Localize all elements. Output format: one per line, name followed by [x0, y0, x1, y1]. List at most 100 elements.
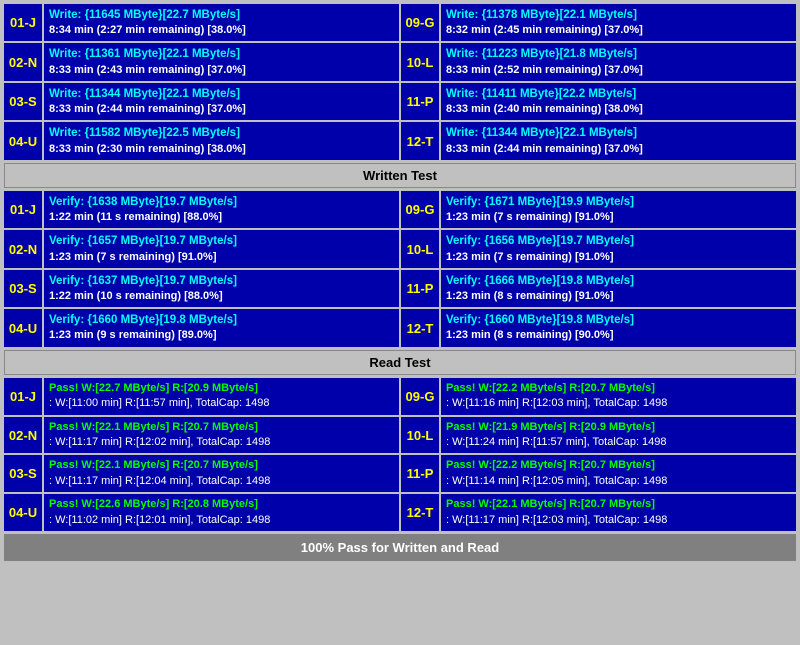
label-09g-pass: 09-G — [401, 378, 439, 415]
cell-09g-write-line1: Write: {11378 MByte}[22.1 MByte/s] — [446, 7, 791, 23]
cell-12t-verify: Verify: {1660 MByte}[19.8 MByte/s] 1:23 … — [441, 309, 796, 346]
pass-row-4: 04-U Pass! W:[22.6 MByte/s] R:[20.8 MByt… — [4, 494, 796, 531]
cell-02n-write-line1: Write: {11361 MByte}[22.1 MByte/s] — [49, 46, 394, 62]
label-04u-pass: 04-U — [4, 494, 42, 531]
cell-04u-write: Write: {11582 MByte}[22.5 MByte/s] 8:33 … — [44, 122, 399, 159]
verify-row-1: 01-J Verify: {1638 MByte}[19.7 MByte/s] … — [4, 191, 796, 228]
cell-03s-verify-line1: Verify: {1637 MByte}[19.7 MByte/s] — [49, 273, 394, 289]
label-12t-write: 12-T — [401, 122, 439, 159]
cell-12t-write-line1: Write: {11344 MByte}[22.1 MByte/s] — [446, 125, 791, 141]
label-10l-write: 10-L — [401, 43, 439, 80]
cell-10l-pass-line1: Pass! W:[21.9 MByte/s] R:[20.9 MByte/s] — [446, 420, 791, 435]
cell-01j-verify-line1: Verify: {1638 MByte}[19.7 MByte/s] — [49, 194, 394, 210]
main-container: 01-J Write: {11645 MByte}[22.7 MByte/s] … — [0, 0, 800, 565]
read-test-divider: Read Test — [4, 350, 796, 375]
cell-02n-pass-line2: : W:[11:17 min] R:[12:02 min], TotalCap:… — [49, 435, 394, 450]
pass-row-1: 01-J Pass! W:[22.7 MByte/s] R:[20.9 MByt… — [4, 378, 796, 415]
cell-01j-pass-line1: Pass! W:[22.7 MByte/s] R:[20.9 MByte/s] — [49, 381, 394, 396]
pass-row-3: 03-S Pass! W:[22.1 MByte/s] R:[20.7 MByt… — [4, 455, 796, 492]
write-row-4: 04-U Write: {11582 MByte}[22.5 MByte/s] … — [4, 122, 796, 159]
cell-11p-write-line2: 8:33 min (2:40 min remaining) [38.0%] — [446, 102, 791, 117]
cell-11p-verify: Verify: {1666 MByte}[19.8 MByte/s] 1:23 … — [441, 270, 796, 307]
cell-09g-verify-line2: 1:23 min (7 s remaining) [91.0%] — [446, 210, 791, 225]
label-09g-verify: 09-G — [401, 191, 439, 228]
cell-03s-pass-line1: Pass! W:[22.1 MByte/s] R:[20.7 MByte/s] — [49, 458, 394, 473]
cell-12t-pass-line1: Pass! W:[22.1 MByte/s] R:[20.7 MByte/s] — [446, 497, 791, 512]
label-11p-pass: 11-P — [401, 455, 439, 492]
cell-01j-write-line1: Write: {11645 MByte}[22.7 MByte/s] — [49, 7, 394, 23]
bottom-status-bar: 100% Pass for Written and Read — [4, 534, 796, 561]
label-12t-pass: 12-T — [401, 494, 439, 531]
verify-section: 01-J Verify: {1638 MByte}[19.7 MByte/s] … — [4, 191, 796, 347]
label-01j-verify: 01-J — [4, 191, 42, 228]
cell-09g-pass-line1: Pass! W:[22.2 MByte/s] R:[20.7 MByte/s] — [446, 381, 791, 396]
cell-04u-verify-line2: 1:23 min (9 s remaining) [89.0%] — [49, 328, 394, 343]
cell-03s-pass-line2: : W:[11:17 min] R:[12:04 min], TotalCap:… — [49, 474, 394, 489]
cell-02n-write: Write: {11361 MByte}[22.1 MByte/s] 8:33 … — [44, 43, 399, 80]
cell-09g-verify-line1: Verify: {1671 MByte}[19.9 MByte/s] — [446, 194, 791, 210]
label-01j-pass: 01-J — [4, 378, 42, 415]
verify-row-2: 02-N Verify: {1657 MByte}[19.7 MByte/s] … — [4, 230, 796, 267]
cell-12t-write-line2: 8:33 min (2:44 min remaining) [37.0%] — [446, 142, 791, 157]
cell-04u-write-line2: 8:33 min (2:30 min remaining) [38.0%] — [49, 142, 394, 157]
cell-12t-verify-line1: Verify: {1660 MByte}[19.8 MByte/s] — [446, 312, 791, 328]
cell-09g-verify: Verify: {1671 MByte}[19.9 MByte/s] 1:23 … — [441, 191, 796, 228]
cell-12t-verify-line2: 1:23 min (8 s remaining) [90.0%] — [446, 328, 791, 343]
verify-row-3: 03-S Verify: {1637 MByte}[19.7 MByte/s] … — [4, 270, 796, 307]
cell-10l-write-line1: Write: {11223 MByte}[21.8 MByte/s] — [446, 46, 791, 62]
cell-11p-write: Write: {11411 MByte}[22.2 MByte/s] 8:33 … — [441, 83, 796, 120]
cell-02n-write-line2: 8:33 min (2:43 min remaining) [37.0%] — [49, 63, 394, 78]
cell-02n-verify: Verify: {1657 MByte}[19.7 MByte/s] 1:23 … — [44, 230, 399, 267]
cell-11p-verify-line1: Verify: {1666 MByte}[19.8 MByte/s] — [446, 273, 791, 289]
cell-01j-pass-line2: : W:[11:00 min] R:[11:57 min], TotalCap:… — [49, 396, 394, 411]
cell-04u-pass: Pass! W:[22.6 MByte/s] R:[20.8 MByte/s] … — [44, 494, 399, 531]
verify-row-4: 04-U Verify: {1660 MByte}[19.8 MByte/s] … — [4, 309, 796, 346]
cell-01j-verify: Verify: {1638 MByte}[19.7 MByte/s] 1:22 … — [44, 191, 399, 228]
cell-03s-write-line2: 8:33 min (2:44 min remaining) [37.0%] — [49, 102, 394, 117]
cell-09g-pass: Pass! W:[22.2 MByte/s] R:[20.7 MByte/s] … — [441, 378, 796, 415]
cell-10l-write: Write: {11223 MByte}[21.8 MByte/s] 8:33 … — [441, 43, 796, 80]
cell-10l-pass: Pass! W:[21.9 MByte/s] R:[20.9 MByte/s] … — [441, 417, 796, 454]
cell-10l-verify-line2: 1:23 min (7 s remaining) [91.0%] — [446, 250, 791, 265]
cell-10l-write-line2: 8:33 min (2:52 min remaining) [37.0%] — [446, 63, 791, 78]
cell-09g-write-line2: 8:32 min (2:45 min remaining) [37.0%] — [446, 23, 791, 38]
label-03s-verify: 03-S — [4, 270, 42, 307]
cell-12t-pass: Pass! W:[22.1 MByte/s] R:[20.7 MByte/s] … — [441, 494, 796, 531]
write-section: 01-J Write: {11645 MByte}[22.7 MByte/s] … — [4, 4, 796, 160]
cell-10l-verify-line1: Verify: {1656 MByte}[19.7 MByte/s] — [446, 233, 791, 249]
label-02n-write: 02-N — [4, 43, 42, 80]
cell-02n-verify-line1: Verify: {1657 MByte}[19.7 MByte/s] — [49, 233, 394, 249]
cell-02n-verify-line2: 1:23 min (7 s remaining) [91.0%] — [49, 250, 394, 265]
cell-11p-pass-line2: : W:[11:14 min] R:[12:05 min], TotalCap:… — [446, 474, 791, 489]
cell-04u-write-line1: Write: {11582 MByte}[22.5 MByte/s] — [49, 125, 394, 141]
cell-03s-pass: Pass! W:[22.1 MByte/s] R:[20.7 MByte/s] … — [44, 455, 399, 492]
cell-02n-pass-line1: Pass! W:[22.1 MByte/s] R:[20.7 MByte/s] — [49, 420, 394, 435]
cell-03s-verify-line2: 1:22 min (10 s remaining) [88.0%] — [49, 289, 394, 304]
cell-03s-verify: Verify: {1637 MByte}[19.7 MByte/s] 1:22 … — [44, 270, 399, 307]
cell-09g-write: Write: {11378 MByte}[22.1 MByte/s] 8:32 … — [441, 4, 796, 41]
pass-row-2: 02-N Pass! W:[22.1 MByte/s] R:[20.7 MByt… — [4, 417, 796, 454]
cell-01j-verify-line2: 1:22 min (11 s remaining) [88.0%] — [49, 210, 394, 225]
label-03s-write: 03-S — [4, 83, 42, 120]
cell-01j-write-line2: 8:34 min (2:27 min remaining) [38.0%] — [49, 23, 394, 38]
label-11p-write: 11-P — [401, 83, 439, 120]
label-01j-write: 01-J — [4, 4, 42, 41]
label-03s-pass: 03-S — [4, 455, 42, 492]
cell-11p-verify-line2: 1:23 min (8 s remaining) [91.0%] — [446, 289, 791, 304]
cell-01j-write: Write: {11645 MByte}[22.7 MByte/s] 8:34 … — [44, 4, 399, 41]
label-02n-verify: 02-N — [4, 230, 42, 267]
cell-04u-verify: Verify: {1660 MByte}[19.8 MByte/s] 1:23 … — [44, 309, 399, 346]
write-row-2: 02-N Write: {11361 MByte}[22.1 MByte/s] … — [4, 43, 796, 80]
cell-10l-pass-line2: : W:[11:24 min] R:[11:57 min], TotalCap:… — [446, 435, 791, 450]
cell-11p-pass-line1: Pass! W:[22.2 MByte/s] R:[20.7 MByte/s] — [446, 458, 791, 473]
cell-04u-verify-line1: Verify: {1660 MByte}[19.8 MByte/s] — [49, 312, 394, 328]
label-12t-verify: 12-T — [401, 309, 439, 346]
cell-04u-pass-line1: Pass! W:[22.6 MByte/s] R:[20.8 MByte/s] — [49, 497, 394, 512]
cell-03s-write-line1: Write: {11344 MByte}[22.1 MByte/s] — [49, 86, 394, 102]
write-row-1: 01-J Write: {11645 MByte}[22.7 MByte/s] … — [4, 4, 796, 41]
cell-12t-write: Write: {11344 MByte}[22.1 MByte/s] 8:33 … — [441, 122, 796, 159]
cell-11p-write-line1: Write: {11411 MByte}[22.2 MByte/s] — [446, 86, 791, 102]
label-11p-verify: 11-P — [401, 270, 439, 307]
label-10l-pass: 10-L — [401, 417, 439, 454]
pass-section: 01-J Pass! W:[22.7 MByte/s] R:[20.9 MByt… — [4, 378, 796, 531]
